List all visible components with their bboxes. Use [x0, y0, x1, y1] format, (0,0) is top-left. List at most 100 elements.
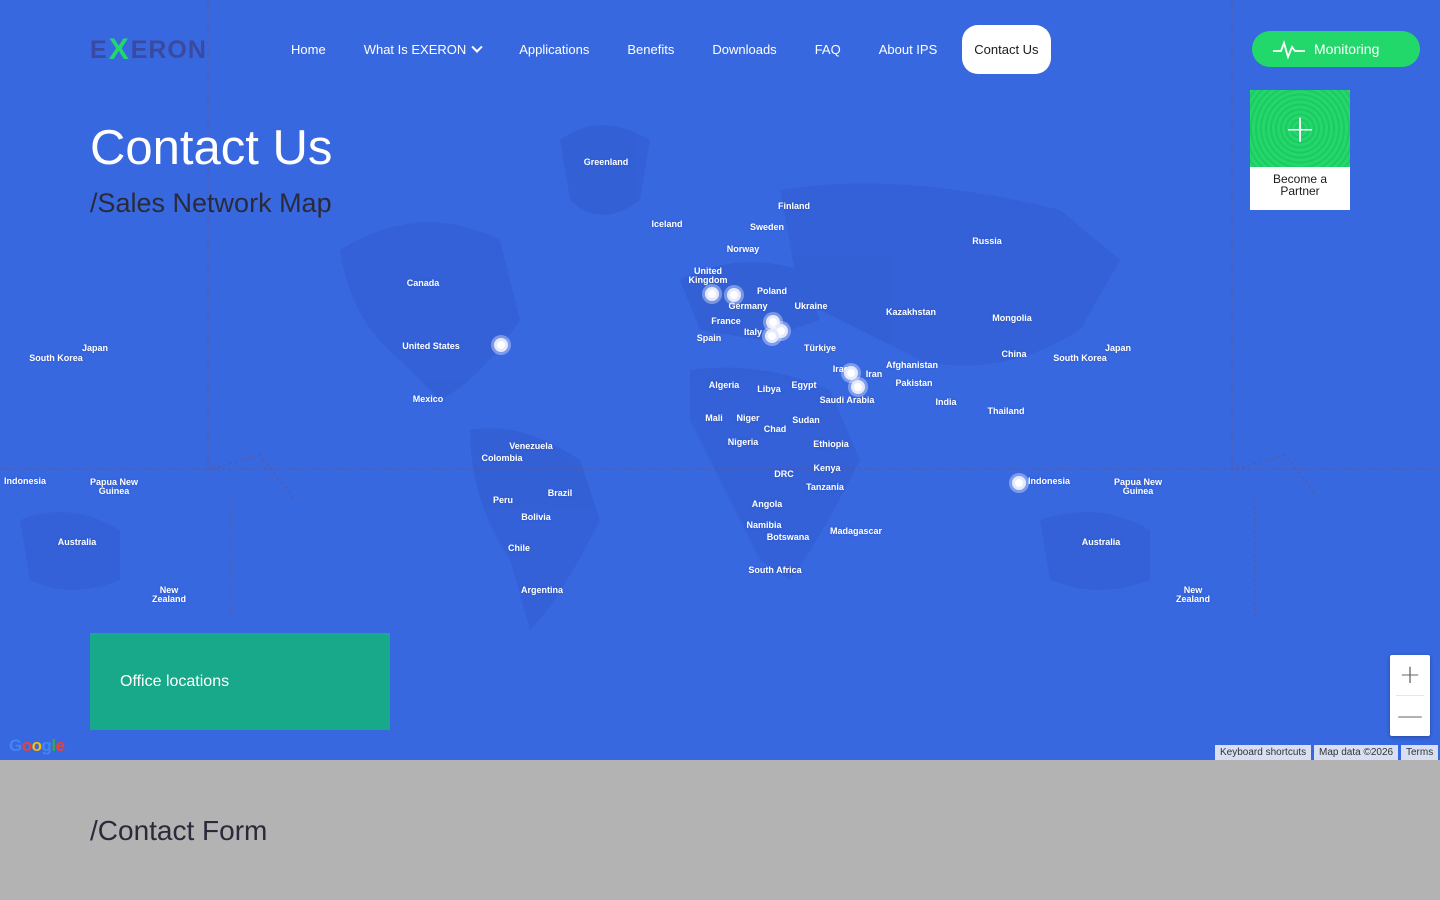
country-label: Australia	[57, 537, 97, 547]
nav-label: Applications	[519, 42, 590, 57]
office-marker[interactable]	[494, 338, 508, 352]
nav-what-is-exeron[interactable]: What Is EXERON	[345, 25, 501, 74]
nav-label: Home	[291, 42, 326, 57]
exeron-logo[interactable]: E X ERON	[90, 33, 207, 66]
office-marker[interactable]	[727, 288, 741, 302]
office-marker[interactable]	[851, 380, 865, 394]
zoom-in-button[interactable]: +	[1390, 655, 1430, 695]
nav-faq[interactable]: FAQ	[796, 25, 860, 74]
country-label: Mali	[705, 413, 723, 423]
country-label: Australia	[1081, 537, 1121, 547]
country-label: Indonesia	[1027, 476, 1071, 486]
logo-text: ERON	[130, 35, 207, 64]
zoom-out-button[interactable]: —	[1390, 696, 1430, 736]
country-label: Venezuela	[509, 441, 553, 451]
nav-applications[interactable]: Applications	[500, 25, 608, 74]
nav-about-ips[interactable]: About IPS	[860, 25, 957, 74]
map-data-attribution[interactable]: Map data ©2026	[1314, 745, 1399, 760]
country-label: Brazil	[547, 488, 573, 498]
office-marker[interactable]	[844, 366, 858, 380]
partner-label: Become a Partner	[1250, 167, 1350, 197]
nav-label: FAQ	[814, 42, 841, 57]
country-label: Nigeria	[727, 437, 759, 447]
country-label: Algeria	[708, 380, 740, 390]
country-label: DRC	[774, 469, 794, 479]
terms-link[interactable]: Terms	[1401, 745, 1439, 760]
country-label: Norway	[726, 244, 760, 254]
country-label: Namibia	[746, 520, 782, 530]
country-label: Poland	[756, 286, 788, 296]
monitoring-label: Monitoring	[1314, 41, 1380, 57]
country-label: Sudan	[792, 415, 820, 425]
country-label: Finland	[778, 201, 810, 211]
country-label: Tanzania	[806, 482, 844, 492]
country-label: Kazakhstan	[885, 307, 937, 317]
plus-icon: +	[1284, 106, 1316, 151]
country-label: Pakistan	[895, 378, 933, 388]
partner-label-line: Partner	[1280, 184, 1320, 198]
nav-label: About IPS	[878, 42, 938, 57]
country-label: Bolivia	[521, 512, 551, 522]
keyboard-shortcuts-link[interactable]: Keyboard shortcuts	[1215, 745, 1312, 760]
country-label: Indonesia	[3, 476, 47, 486]
country-label: Japan	[1104, 343, 1132, 353]
become-partner-card[interactable]: + Become a Partner	[1250, 90, 1350, 210]
country-label: Greenland	[583, 157, 629, 167]
office-marker[interactable]	[705, 287, 719, 301]
main-nav: Home What Is EXERON Applications Benefit…	[272, 25, 1051, 74]
country-label: Papua New Guinea	[1113, 477, 1162, 496]
country-label: Argentina	[520, 585, 564, 595]
country-label: Ukraine	[794, 301, 828, 311]
country-label: Iceland	[651, 219, 683, 229]
country-label: Türkiye	[803, 343, 837, 353]
country-label: Colombia	[481, 453, 523, 463]
google-logo[interactable]: Google	[9, 736, 65, 756]
country-label: Mongolia	[992, 313, 1032, 323]
country-label: Mexico	[412, 394, 444, 404]
logo-x-mark: X	[108, 33, 130, 66]
country-label: Sweden	[749, 222, 785, 232]
country-label: Afghanistan	[885, 360, 939, 370]
country-label: Angola	[751, 499, 783, 509]
country-label: Niger	[736, 413, 760, 423]
office-marker[interactable]	[765, 329, 779, 343]
country-label: India	[935, 397, 957, 407]
office-marker[interactable]	[1012, 476, 1026, 490]
country-label: France	[711, 316, 741, 326]
country-label: Madagascar	[829, 526, 883, 536]
country-label: Spain	[696, 333, 722, 343]
nav-contact-us[interactable]: Contact Us	[962, 25, 1051, 74]
country-label: Botswana	[766, 532, 810, 542]
chevron-down-icon	[471, 41, 483, 53]
monitoring-button[interactable]: Monitoring	[1252, 31, 1420, 67]
contact-form-title: /Contact Form	[90, 815, 268, 846]
country-label: Thailand	[987, 406, 1025, 416]
country-label: Papua New Guinea	[89, 477, 138, 496]
nav-downloads[interactable]: Downloads	[693, 25, 795, 74]
page-title: Contact Us	[90, 121, 333, 175]
logo-text: E	[90, 35, 108, 64]
nav-label: What Is EXERON	[363, 42, 467, 57]
nav-benefits[interactable]: Benefits	[608, 25, 693, 74]
country-label: Russia	[972, 236, 1002, 246]
country-label: Chad	[763, 424, 787, 434]
nav-label: Contact Us	[974, 42, 1039, 57]
country-label: Saudi Arabia	[819, 395, 875, 405]
country-label: Iran	[865, 369, 883, 379]
nav-label: Downloads	[712, 42, 777, 57]
office-locations-button[interactable]: Office locations	[90, 633, 390, 730]
sales-network-map[interactable]: Greenland Iceland Finland Sweden Norway …	[0, 0, 1440, 760]
country-label: South Africa	[748, 565, 802, 575]
country-label: Peru	[492, 495, 514, 505]
map-zoom-control: + —	[1390, 655, 1430, 736]
country-label: New Zealand	[1175, 585, 1210, 604]
country-label: Chile	[507, 543, 531, 553]
partner-badge: +	[1250, 90, 1350, 167]
site-header: E X ERON Home What Is EXERON Applications …	[0, 0, 1440, 100]
country-label: New Zealand	[151, 585, 186, 604]
country-label: South Korea	[29, 353, 83, 363]
country-label: Ethiopia	[813, 439, 849, 449]
page-subtitle: /Sales Network Map	[90, 188, 332, 218]
nav-home[interactable]: Home	[272, 25, 345, 74]
country-label: Kenya	[813, 463, 841, 473]
